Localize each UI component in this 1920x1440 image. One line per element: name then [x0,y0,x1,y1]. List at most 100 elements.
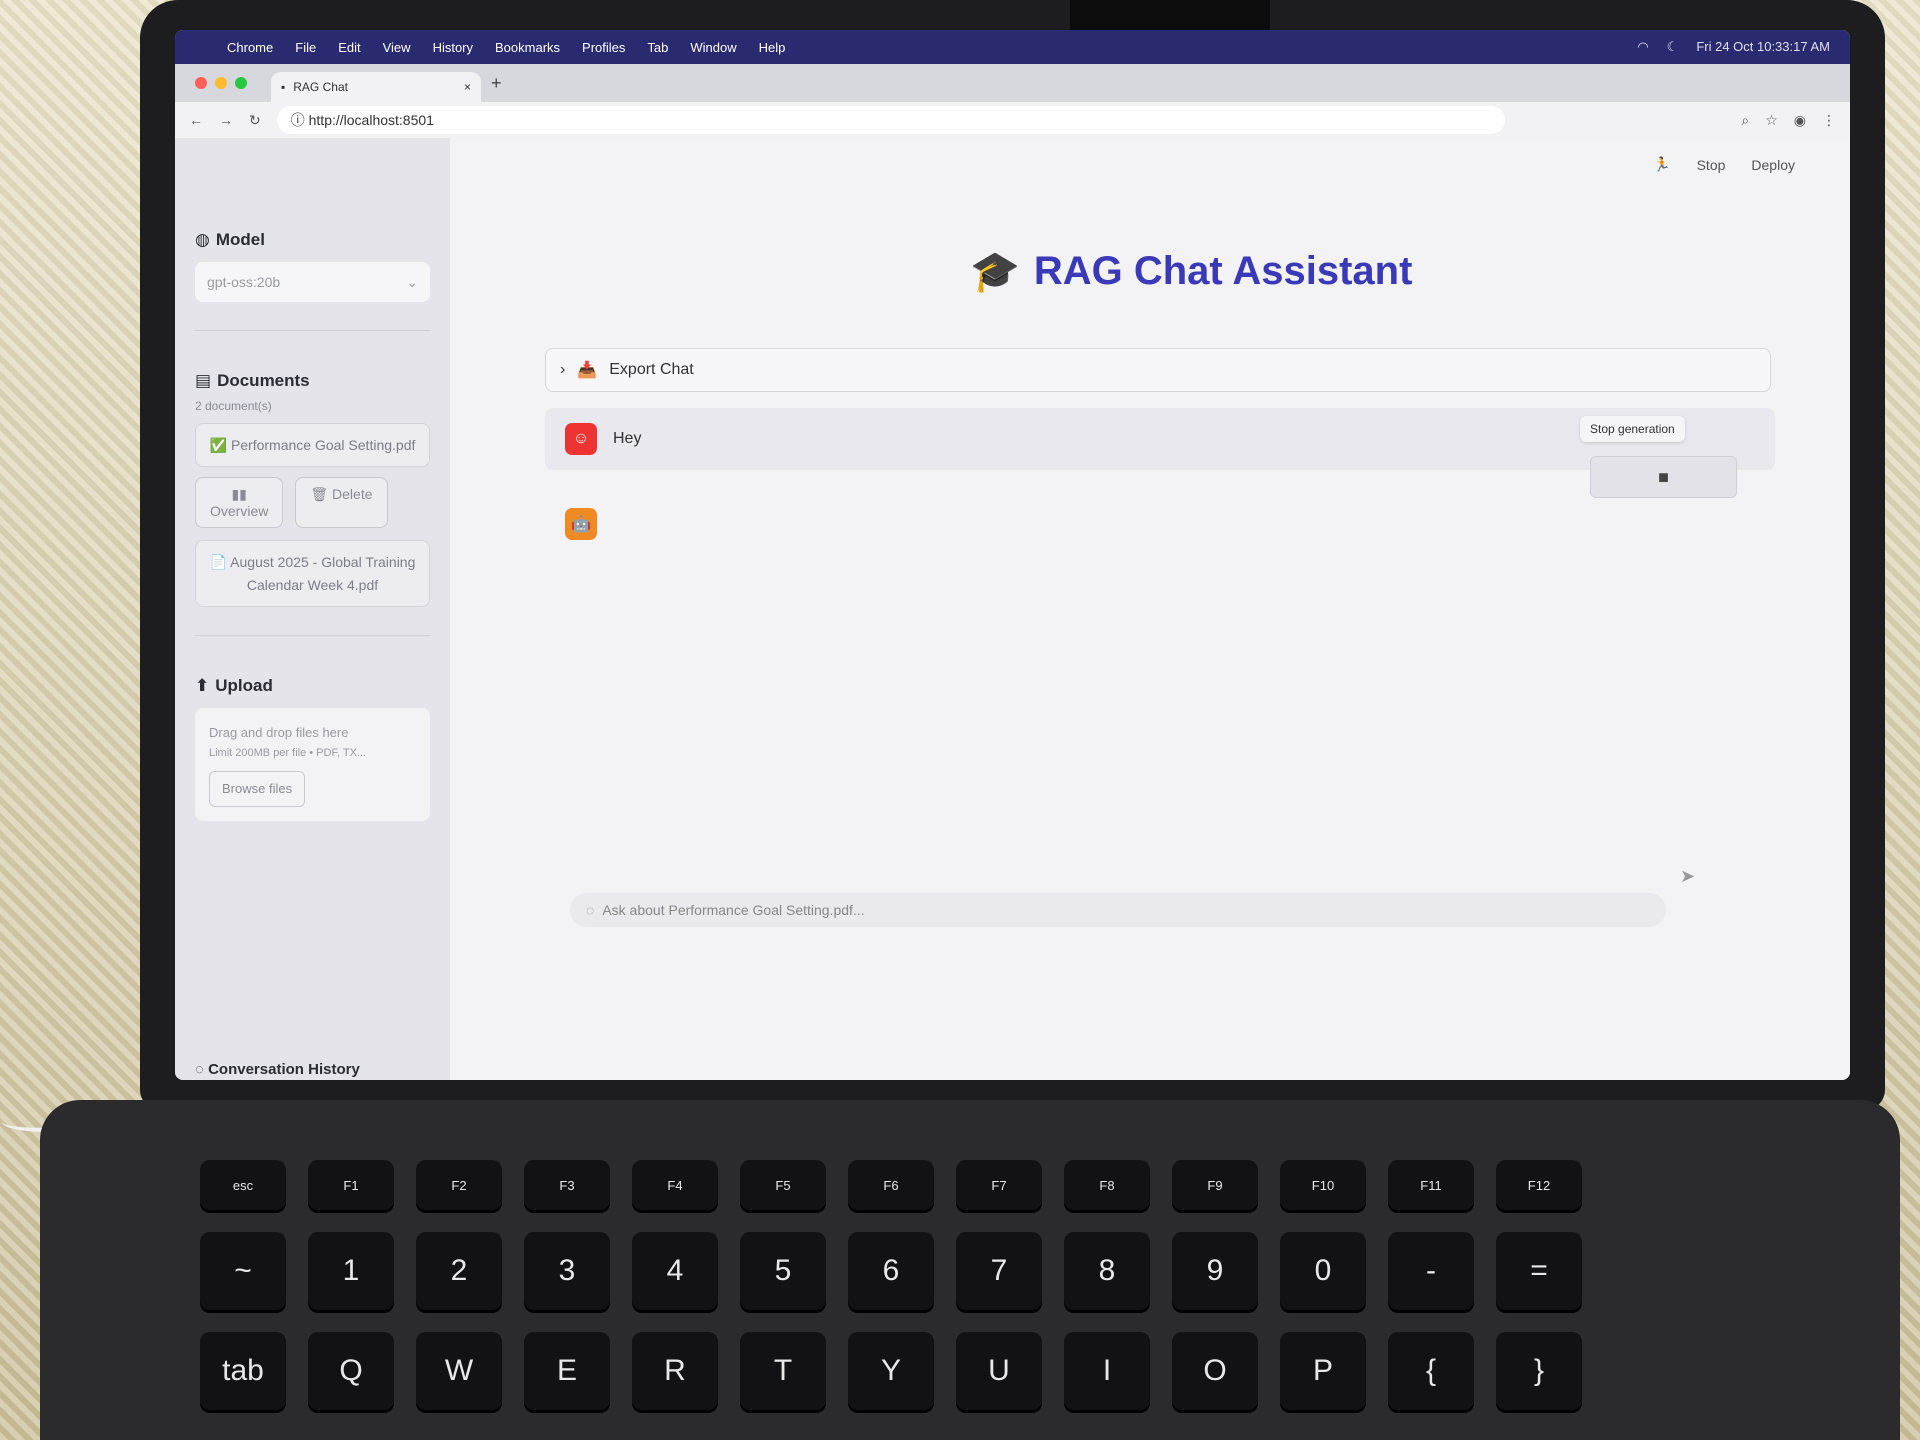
model-select[interactable]: gpt-oss:20b ⌄ [195,262,430,302]
menu-help[interactable]: Help [759,40,786,55]
key-i[interactable]: I [1064,1332,1150,1410]
macos-menubar: Chrome File Edit View History Bookmarks … [175,30,1850,64]
key-f3[interactable]: F3 [524,1160,610,1210]
delete-button[interactable]: 🗑 Delete [295,477,388,529]
key-f8[interactable]: F8 [1064,1160,1150,1210]
key-tab[interactable]: tab [200,1332,286,1410]
menu-view[interactable]: View [383,40,411,55]
clock[interactable]: Fri 24 Oct 10:33:17 AM [1696,39,1830,55]
chevron-down-icon: ⌄ [406,273,418,290]
document-card[interactable]: 📄 August 2025 - Global Training Calendar… [195,540,430,608]
key-f12[interactable]: F12 [1496,1160,1582,1210]
chat-input[interactable]: ◌ Ask about Performance Goal Setting.pdf… [570,893,1666,927]
browse-files-button[interactable]: Browse files [209,770,306,808]
forward-icon[interactable]: → [219,112,233,128]
key-left-brace[interactable]: { [1388,1332,1474,1410]
menu-file[interactable]: File [295,40,316,55]
tab-favicon-icon: ▪ [281,80,286,94]
url-text: http://localhost:8501 [308,112,434,128]
key-e[interactable]: E [524,1332,610,1410]
key-1[interactable]: 1 [308,1232,394,1310]
menu-window[interactable]: Window [690,40,736,55]
page-title: 🎓 RAG Chat Assistant [970,248,1412,295]
key-tilde[interactable]: ~ [200,1232,286,1310]
key-esc[interactable]: esc [200,1160,286,1210]
key-right-brace[interactable]: } [1496,1332,1582,1410]
dropzone-text: Drag and drop files here [209,725,349,741]
key-f1[interactable]: F1 [308,1160,394,1210]
checkmark-icon: ✅ [209,437,228,453]
key-f9[interactable]: F9 [1172,1160,1258,1210]
more-menu-icon[interactable]: ⋮ [1822,112,1836,129]
wifi-icon[interactable]: ◠ [1637,39,1648,55]
send-icon[interactable]: ➤ [1680,866,1695,887]
minimize-window-button[interactable] [215,77,227,89]
key-f7[interactable]: F7 [956,1160,1042,1210]
key-f4[interactable]: F4 [632,1160,718,1210]
reload-icon[interactable]: ↻ [249,112,261,129]
search-icon[interactable]: ⌕ [1741,112,1749,129]
key-4[interactable]: 4 [632,1232,718,1310]
sidebar-divider [195,635,430,637]
key-u[interactable]: U [956,1332,1042,1410]
deploy-button[interactable]: Deploy [1751,157,1795,173]
tab-close-icon[interactable]: × [464,80,471,94]
function-key-row: esc F1 F2 F3 F4 F5 F6 F7 F8 F9 F10 F11 F… [200,1160,1900,1210]
key-o[interactable]: O [1172,1332,1258,1410]
chat-bubble-icon: ◌ [195,1061,209,1078]
stop-generation-button[interactable]: ■ [1590,456,1737,498]
key-2[interactable]: 2 [416,1232,502,1310]
overview-button[interactable]: ▮▮ Overview [195,477,284,529]
window-controls [195,77,247,89]
page-title-text: RAG Chat Assistant [1033,249,1413,293]
stop-app-button[interactable]: Stop [1697,157,1726,173]
menu-history[interactable]: History [433,40,473,55]
profile-icon[interactable]: ◉ [1794,112,1806,129]
menu-bookmarks[interactable]: Bookmarks [495,40,560,55]
back-icon[interactable]: ← [189,112,203,128]
key-6[interactable]: 6 [848,1232,934,1310]
new-tab-button[interactable]: + [491,73,502,94]
key-t[interactable]: T [740,1332,826,1410]
bookmark-star-icon[interactable]: ☆ [1765,112,1778,129]
moon-icon[interactable]: ☾ [1667,39,1679,55]
key-y[interactable]: Y [848,1332,934,1410]
key-r[interactable]: R [632,1332,718,1410]
app-toolbar: 🏃 Stop Deploy [1653,156,1795,173]
number-key-row: ~ 1 2 3 4 5 6 7 8 9 0 - = [200,1232,1900,1310]
key-0[interactable]: 0 [1280,1232,1366,1310]
file-dropzone[interactable]: Drag and drop files here Limit 200MB per… [195,708,430,822]
menu-profiles[interactable]: Profiles [582,40,625,55]
zoom-window-button[interactable] [235,77,247,89]
key-8[interactable]: 8 [1064,1232,1150,1310]
menu-tab[interactable]: Tab [647,40,668,55]
key-3[interactable]: 3 [524,1232,610,1310]
key-f5[interactable]: F5 [740,1160,826,1210]
key-w[interactable]: W [416,1332,502,1410]
close-window-button[interactable] [195,77,207,89]
key-p[interactable]: P [1280,1332,1366,1410]
menu-chrome[interactable]: Chrome [227,40,273,55]
key-q[interactable]: Q [308,1332,394,1410]
key-equals[interactable]: = [1496,1232,1582,1310]
menu-edit[interactable]: Edit [338,40,360,55]
key-f11[interactable]: F11 [1388,1160,1474,1210]
key-5[interactable]: 5 [740,1232,826,1310]
document-card-active[interactable]: ✅ Performance Goal Setting.pdf [195,423,430,468]
key-minus[interactable]: - [1388,1232,1474,1310]
site-info-icon[interactable]: ⓘ [291,112,309,128]
key-f6[interactable]: F6 [848,1160,934,1210]
key-f10[interactable]: F10 [1280,1160,1366,1210]
conversation-history-title[interactable]: ◌ Conversation History [195,1061,360,1078]
key-f2[interactable]: F2 [416,1160,502,1210]
letter-key-row: tab Q W E R T Y U I O P { } [200,1332,1900,1410]
key-9[interactable]: 9 [1172,1232,1258,1310]
url-field[interactable]: ⓘ http://localhost:8501 [276,106,1505,134]
documents-count: 2 document(s) [195,399,272,413]
browser-tab[interactable]: ▪ RAG Chat × [271,72,481,102]
export-chat-expander[interactable]: › 📥 Export Chat [545,348,1771,392]
documents-title-text: Documents [217,371,310,390]
brain-icon: ◍ [195,230,210,249]
key-7[interactable]: 7 [956,1232,1042,1310]
running-icon: 🏃 [1653,156,1671,172]
